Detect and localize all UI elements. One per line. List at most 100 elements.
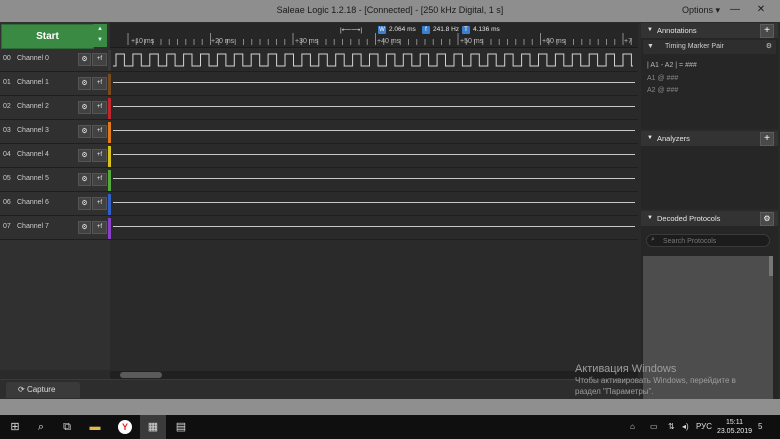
tab-capture[interactable]: ⟳ Capture (6, 382, 80, 398)
channel-settings-button[interactable]: ⚙ (78, 77, 91, 90)
task-view-icon[interactable]: ⧉ (54, 415, 80, 439)
close-button[interactable]: ✕ (752, 2, 770, 18)
collapse-icon: ▼ (647, 135, 653, 141)
channel-settings-button[interactable]: ⚙ (78, 101, 91, 114)
channel-row[interactable]: 06 Channel 6 ⚙ +f (0, 192, 638, 216)
search-protocols-input[interactable]: Search Protocols (646, 234, 770, 247)
period-measurement: T 4.136 ms (462, 26, 500, 34)
options-menu[interactable]: Options ▾ (682, 5, 720, 16)
clock[interactable]: 15:11 23.05.2019 (717, 418, 752, 436)
channel-row[interactable]: 01 Channel 1 ⚙ +f (0, 72, 638, 96)
time-ruler[interactable]: +10 ms +20 ms +30 ms +40 ms +50 ms +60 m… (110, 23, 638, 48)
channel-name[interactable]: Channel 0 (17, 55, 49, 62)
analyzers-header[interactable]: ▼ Analyzers + (641, 131, 778, 146)
channel-waveform (113, 82, 635, 83)
marker-icon: ▼ (647, 43, 654, 50)
channel-color-bar (108, 218, 111, 240)
channel-trigger-button[interactable]: +f (92, 53, 107, 66)
channel-waveform (113, 178, 635, 179)
notification-count: 5 (758, 422, 763, 431)
tick-label: +30 ms (295, 38, 319, 45)
protocols-scrollbar[interactable] (769, 256, 773, 276)
channel-row[interactable]: 04 Channel 4 ⚙ +f (0, 144, 638, 168)
channel-trigger-button[interactable]: +f (92, 125, 107, 138)
channel-settings-button[interactable]: ⚙ (78, 149, 91, 162)
channel-name[interactable]: Channel 4 (17, 151, 49, 158)
minimize-button[interactable]: — (726, 2, 744, 18)
channel-name[interactable]: Channel 1 (17, 79, 49, 86)
timing-marker-pair-row[interactable]: ▼ Timing Marker Pair ⚙ (643, 40, 776, 54)
channel-row[interactable]: 07 Channel 7 ⚙ +f (0, 216, 638, 240)
decoded-protocols-header[interactable]: ▼ Decoded Protocols ⚙ (641, 211, 778, 226)
channel-trigger-button[interactable]: +f (92, 77, 107, 90)
channel-number: 02 (3, 103, 11, 110)
annotations-header[interactable]: ▼ Annotations + (641, 23, 778, 38)
channel-settings-button[interactable]: ⚙ (78, 125, 91, 138)
tick-label: +7 (624, 38, 632, 45)
activation-watermark: Активация Windows Чтобы активировать Win… (575, 363, 736, 397)
saleae-logic-icon[interactable]: ▦ (140, 415, 166, 439)
channel-color-bar (108, 74, 111, 96)
notifications-icon[interactable]: 5 (758, 415, 762, 439)
collapse-icon: ▼ (647, 215, 653, 221)
add-annotation-button[interactable]: + (760, 24, 774, 38)
timeline-scrollbar[interactable] (110, 371, 638, 379)
watermark-line: раздел "Параметры". (575, 387, 654, 396)
language-indicator[interactable]: РУС (696, 415, 712, 439)
tick-label: +20 ms (211, 38, 235, 45)
decoded-protocols-title: Decoded Protocols (657, 214, 721, 223)
volume-icon[interactable]: ◂) (682, 415, 689, 439)
protocol-settings-button[interactable]: ⚙ (760, 212, 774, 226)
collapse-icon: ▼ (647, 27, 653, 33)
channel-waveform (113, 226, 635, 227)
channel-trigger-button[interactable]: +f (92, 221, 107, 234)
channel-waveform (113, 106, 635, 107)
start-options-arrows[interactable]: ▲ ▼ (93, 24, 107, 47)
channel-number: 04 (3, 151, 11, 158)
channel-name[interactable]: Channel 3 (17, 127, 49, 134)
channel-row[interactable]: 02 Channel 2 ⚙ +f (0, 96, 638, 120)
period-value: 4.136 ms (473, 26, 500, 33)
channel-trigger-button[interactable]: +f (92, 149, 107, 162)
add-analyzer-button[interactable]: + (760, 132, 774, 146)
channel-name[interactable]: Channel 5 (17, 175, 49, 182)
tick-label: +40 ms (377, 38, 401, 45)
yandex-browser-icon[interactable]: Y (112, 415, 138, 439)
scrollbar-thumb[interactable] (120, 372, 162, 378)
search-icon[interactable]: ⌕ (28, 415, 54, 439)
channel-color-bar (108, 122, 111, 144)
channel-settings-button[interactable]: ⚙ (78, 53, 91, 66)
network-icon[interactable]: ⌂ (630, 415, 635, 439)
channel-name[interactable]: Channel 6 (17, 199, 49, 206)
calculator-icon[interactable]: ▤ (168, 415, 194, 439)
channel-number: 03 (3, 127, 11, 134)
annotation-a2: A2 @ ### (647, 87, 679, 94)
channel-name[interactable]: Channel 2 (17, 103, 49, 110)
channel-waveform (113, 154, 635, 155)
search-icon: ⌕ (651, 236, 655, 243)
channel-waveform (113, 130, 635, 131)
channel-0-waveform (113, 53, 633, 67)
channel-trigger-button[interactable]: +f (92, 197, 107, 210)
marker-settings-icon[interactable]: ⚙ (766, 40, 772, 54)
width-measurement: W 2.064 ms (378, 26, 416, 34)
channel-color-bar (108, 50, 111, 72)
clock-time: 15:11 (725, 419, 743, 426)
start-button[interactable]: Start (1, 24, 94, 49)
channel-row[interactable]: 05 Channel 5 ⚙ +f (0, 168, 638, 192)
channel-row[interactable]: 00 Channel 0 ⚙ +f (0, 48, 638, 72)
channel-name[interactable]: Channel 7 (17, 223, 49, 230)
channel-trigger-button[interactable]: +f (92, 101, 107, 114)
windows-start-icon[interactable]: ⊞ (2, 415, 28, 439)
timing-marker-pair-label: Timing Marker Pair (665, 43, 724, 50)
frequency-badge: f (422, 26, 430, 34)
row-divider (0, 239, 638, 240)
channel-row[interactable]: 03 Channel 3 ⚙ +f (0, 120, 638, 144)
channel-settings-button[interactable]: ⚙ (78, 173, 91, 186)
tray-icon[interactable]: ⇅ (668, 415, 675, 439)
channel-settings-button[interactable]: ⚙ (78, 221, 91, 234)
file-explorer-icon[interactable]: ▬ (82, 415, 108, 439)
tray-icon[interactable]: ▭ (650, 415, 658, 439)
channel-trigger-button[interactable]: +f (92, 173, 107, 186)
channel-settings-button[interactable]: ⚙ (78, 197, 91, 210)
